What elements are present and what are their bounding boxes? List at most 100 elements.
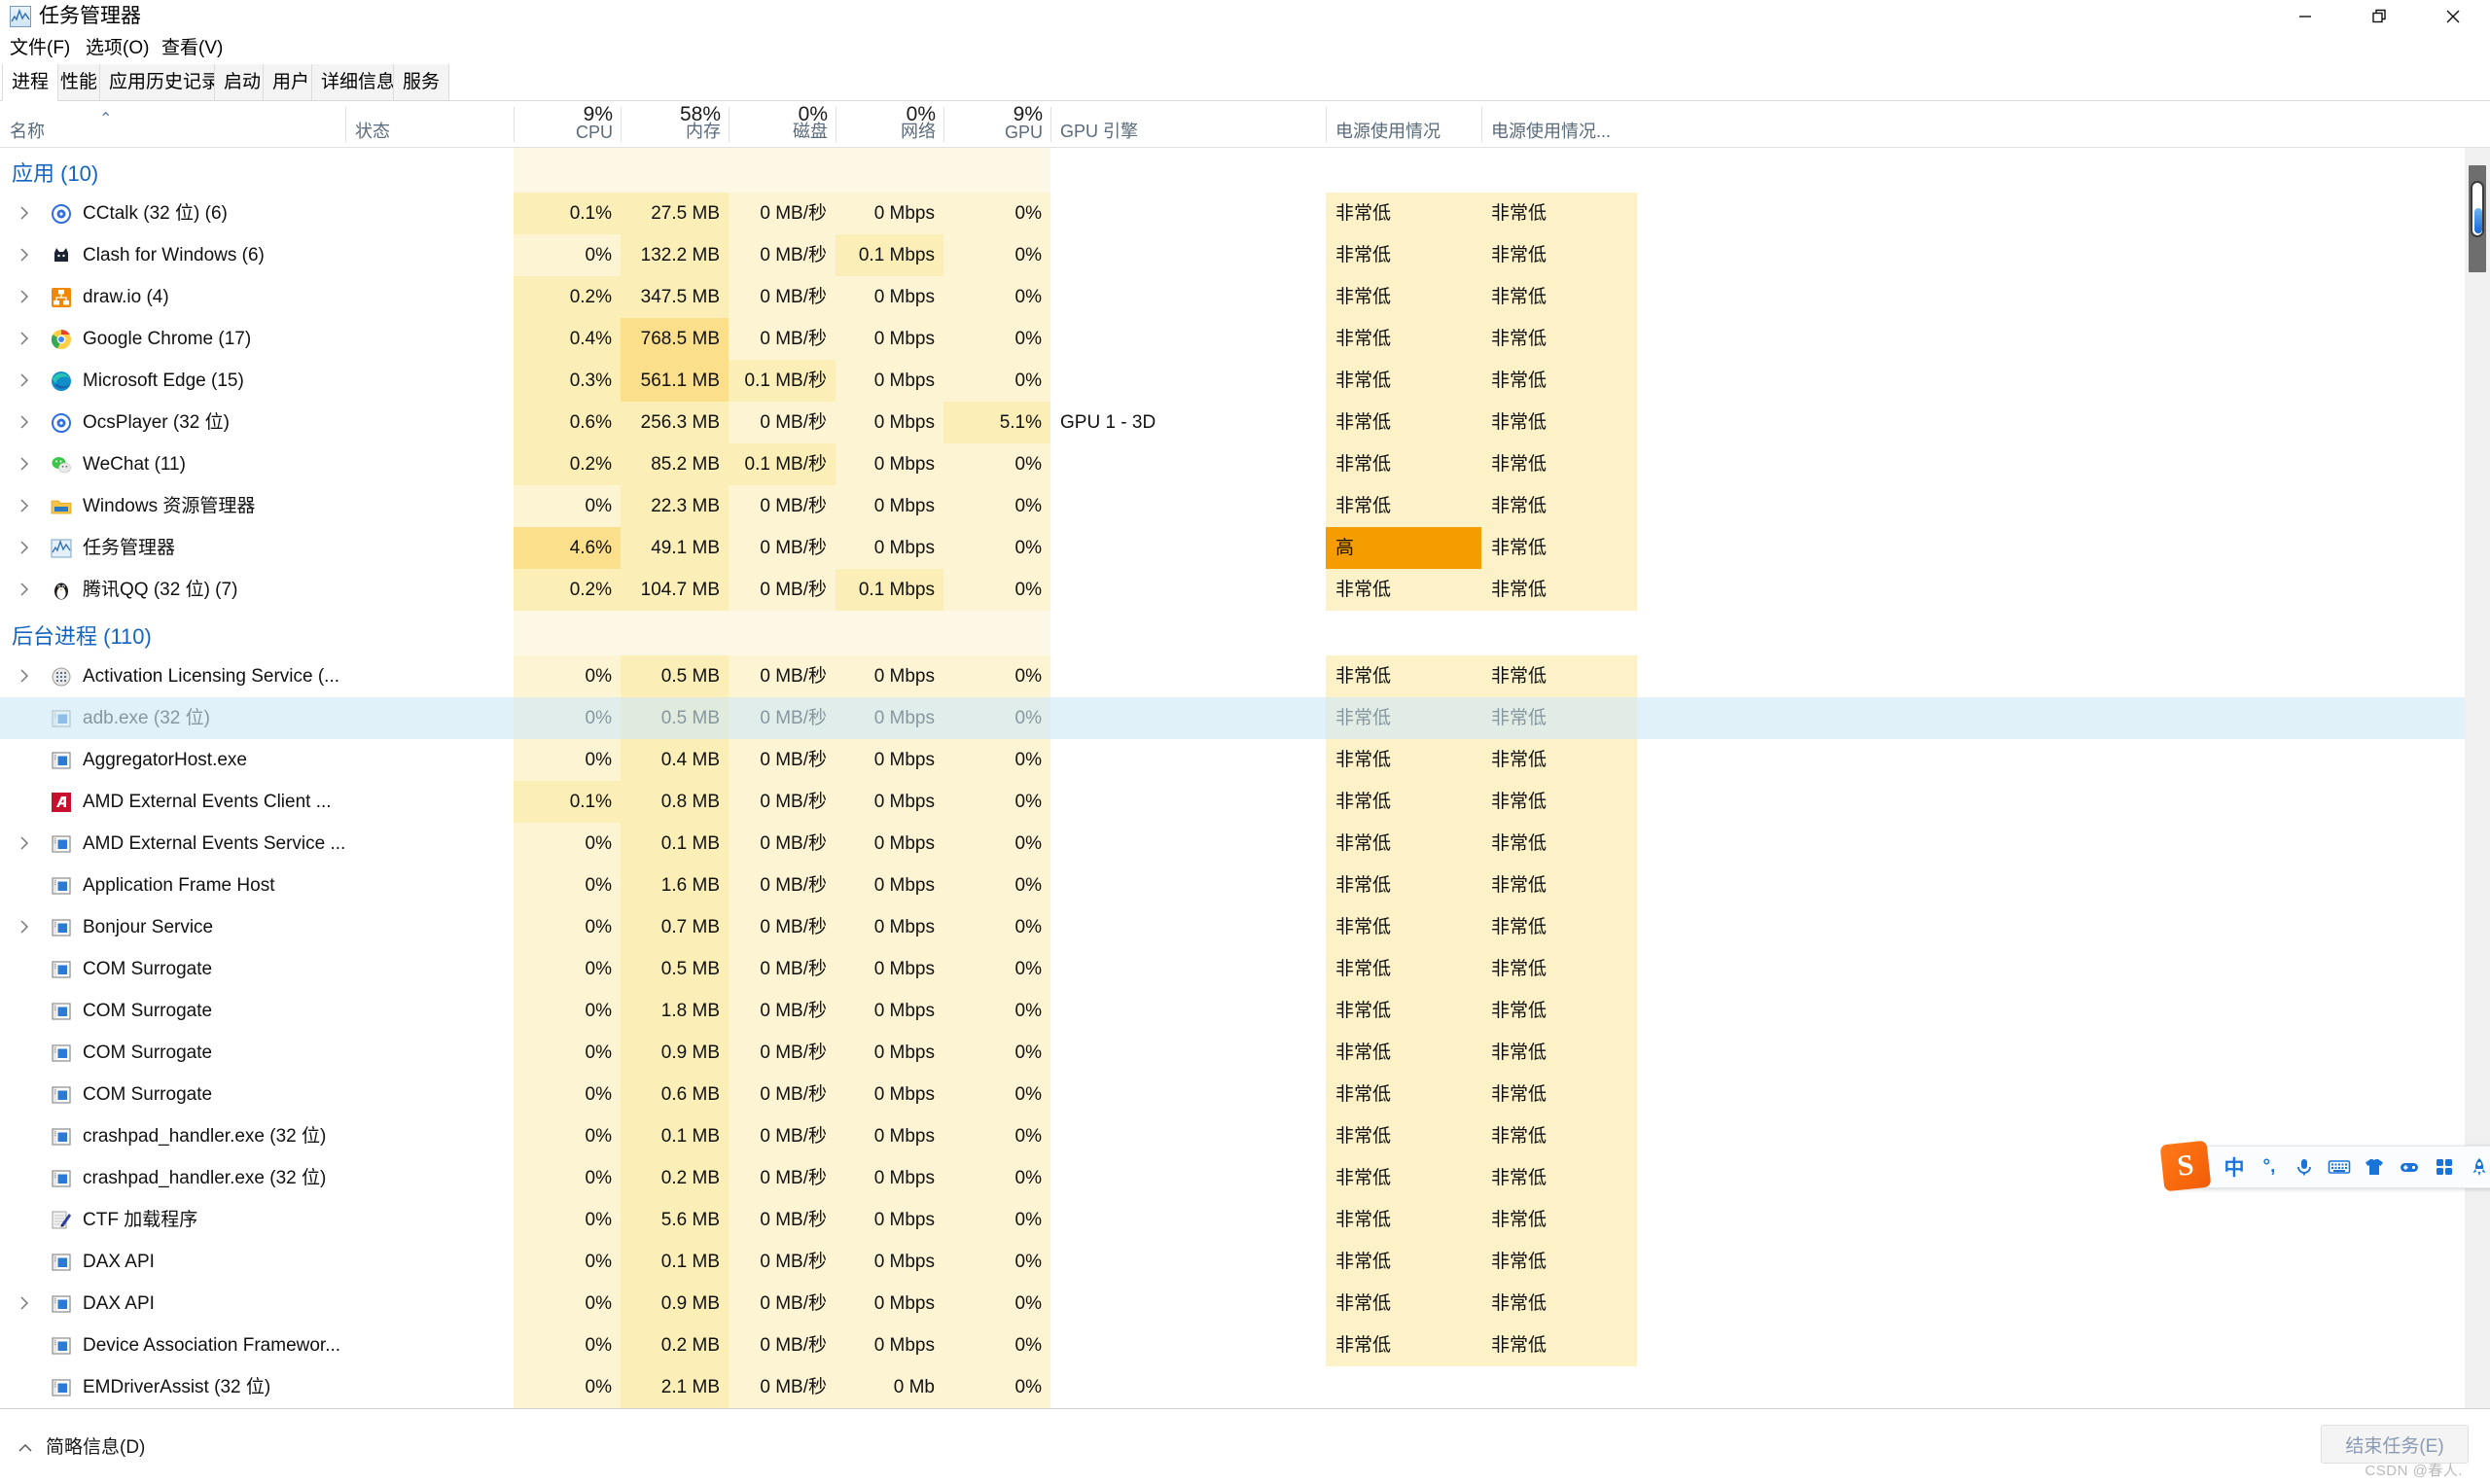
- process-row[interactable]: 0% 0.1 MB 0 MB/秒 0 Mbps 0% 非常低 非常低 AMD External…: [0, 823, 2474, 865]
- column-header-gpu[interactable]: 9% GPU: [943, 101, 1050, 147]
- tab-0[interactable]: 进程: [2, 64, 59, 101]
- expand-chevron-icon[interactable]: [18, 456, 31, 472]
- process-row[interactable]: 0% 0.2 MB 0 MB/秒 0 Mbps 0% 非常低 非常低 crashpad_han…: [0, 1157, 2474, 1199]
- cell-name[interactable]: AMD External Events Client ...: [0, 781, 632, 823]
- cell-name[interactable]: AMD External Events Service ...: [0, 823, 632, 865]
- cell-name[interactable]: CTF 加载程序: [0, 1199, 632, 1241]
- cell-name[interactable]: Device Association Framewor...: [0, 1325, 632, 1366]
- cell-name[interactable]: crashpad_handler.exe (32 位): [0, 1115, 632, 1157]
- cell-name[interactable]: crashpad_handler.exe (32 位): [0, 1157, 632, 1199]
- sogou-ime-toolbar[interactable]: S 中 °,: [2159, 1140, 2490, 1192]
- column-header-name[interactable]: 名称 ⌃: [0, 101, 345, 147]
- fewer-details-button[interactable]: 简略信息(D): [18, 1429, 145, 1462]
- column-header-network[interactable]: 0% 网络: [836, 101, 943, 147]
- column-divider[interactable]: [621, 107, 622, 142]
- cell-name[interactable]: 腾讯QQ (32 位) (7): [0, 569, 632, 611]
- expand-chevron-icon[interactable]: [18, 331, 31, 346]
- cell-name[interactable]: AggregatorHost.exe: [0, 739, 632, 781]
- process-row[interactable]: 0.2% 104.7 MB 0 MB/秒 0.1 Mbps 0% 非常低 非常低 腾讯QQ (…: [0, 569, 2474, 611]
- process-row[interactable]: 0% 5.6 MB 0 MB/秒 0 Mbps 0% 非常低 非常低 CTF 加载程序: [0, 1199, 2474, 1241]
- process-row[interactable]: 0% 0.2 MB 0 MB/秒 0 Mbps 0% 非常低 非常低 Device Assoc…: [0, 1325, 2474, 1366]
- cell-name[interactable]: EMDriverAssist (32 位): [0, 1366, 632, 1408]
- process-row[interactable]: 0.2% 347.5 MB 0 MB/秒 0 Mbps 0% 非常低 非常低 draw.io …: [0, 276, 2474, 318]
- column-divider[interactable]: [514, 107, 515, 142]
- cell-name[interactable]: 任务管理器: [0, 527, 632, 569]
- minimize-button[interactable]: [2268, 0, 2342, 33]
- punctuation-icon[interactable]: °,: [2252, 1148, 2287, 1186]
- process-row[interactable]: 0.1% 0.8 MB 0 MB/秒 0 Mbps 0% 非常低 非常低 AMD Extern…: [0, 781, 2474, 823]
- process-row[interactable]: 0% 1.6 MB 0 MB/秒 0 Mbps 0% 非常低 非常低 Application …: [0, 865, 2474, 906]
- process-row[interactable]: 0% 0.1 MB 0 MB/秒 0 Mbps 0% 非常低 非常低 crashpad_han…: [0, 1115, 2474, 1157]
- process-row[interactable]: 0.3% 561.1 MB 0.1 MB/秒 0 Mbps 0% 非常低 非常低 Micros…: [0, 360, 2474, 402]
- column-divider[interactable]: [943, 107, 944, 142]
- process-row[interactable]: 0.6% 256.3 MB 0 MB/秒 0 Mbps 5.1% GPU 1 - 3D 非常…: [0, 402, 2474, 443]
- tab-6[interactable]: 服务: [393, 64, 450, 101]
- process-row[interactable]: 0% 22.3 MB 0 MB/秒 0 Mbps 0% 非常低 非常低 Windows 资源管…: [0, 485, 2474, 527]
- process-row[interactable]: 0.2% 85.2 MB 0.1 MB/秒 0 Mbps 0% 非常低 非常低 WeChat …: [0, 443, 2474, 485]
- sogou-logo-icon[interactable]: S: [2159, 1140, 2212, 1192]
- cell-name[interactable]: Clash for Windows (6): [0, 234, 632, 276]
- close-button[interactable]: [2416, 0, 2490, 33]
- cell-name[interactable]: Application Frame Host: [0, 865, 632, 906]
- tab-2[interactable]: 应用历史记录: [99, 64, 231, 101]
- process-row[interactable]: 0% 0.9 MB 0 MB/秒 0 Mbps 0% 非常低 非常低 COM Surrogat…: [0, 1032, 2474, 1074]
- toolbox-icon[interactable]: [2427, 1148, 2462, 1186]
- expand-chevron-icon[interactable]: [18, 205, 31, 221]
- maximize-restore-button[interactable]: [2342, 0, 2416, 33]
- soft-keyboard-icon[interactable]: [2322, 1148, 2357, 1186]
- expand-chevron-icon[interactable]: [18, 247, 31, 263]
- cell-name[interactable]: draw.io (4): [0, 276, 632, 318]
- column-header-powertrend[interactable]: 电源使用情况...: [1481, 101, 1637, 147]
- cell-name[interactable]: adb.exe (32 位): [0, 697, 632, 739]
- column-divider[interactable]: [1326, 107, 1327, 142]
- cell-name[interactable]: CCtalk (32 位) (6): [0, 193, 632, 234]
- game-mode-icon[interactable]: [2392, 1148, 2427, 1186]
- process-row[interactable]: 0% 0.9 MB 0 MB/秒 0 Mbps 0% 非常低 非常低 DAX API: [0, 1283, 2474, 1325]
- expand-chevron-icon[interactable]: [18, 498, 31, 513]
- expand-chevron-icon[interactable]: [18, 414, 31, 430]
- menu-item-0[interactable]: 文件(F): [6, 35, 74, 62]
- process-row[interactable]: 0% 2.1 MB 0 MB/秒 0 Mb 0% EMDriverAssist (32 位…: [0, 1366, 2474, 1408]
- expand-chevron-icon[interactable]: [18, 372, 31, 388]
- expand-chevron-icon[interactable]: [18, 919, 31, 935]
- expand-chevron-icon[interactable]: [18, 582, 31, 597]
- cell-name[interactable]: DAX API: [0, 1241, 632, 1283]
- process-row[interactable]: 0% 0.5 MB 0 MB/秒 0 Mbps 0% 非常低 非常低 COM Surrogat…: [0, 948, 2474, 990]
- expand-chevron-icon[interactable]: [18, 668, 31, 684]
- tab-5[interactable]: 详细信息: [311, 64, 406, 101]
- cell-name[interactable]: Activation Licensing Service (...: [0, 655, 632, 697]
- column-header-disk[interactable]: 0% 磁盘: [729, 101, 836, 147]
- cell-name[interactable]: DAX API: [0, 1283, 632, 1325]
- process-row[interactable]: 0% 0.7 MB 0 MB/秒 0 Mbps 0% 非常低 非常低 Bonjour Serv…: [0, 906, 2474, 948]
- expand-chevron-icon[interactable]: [18, 289, 31, 304]
- cell-name[interactable]: COM Surrogate: [0, 990, 632, 1032]
- process-row[interactable]: 0% 1.8 MB 0 MB/秒 0 Mbps 0% 非常低 非常低 COM Surrogat…: [0, 990, 2474, 1032]
- cell-name[interactable]: COM Surrogate: [0, 1032, 632, 1074]
- cell-name[interactable]: COM Surrogate: [0, 1074, 632, 1115]
- cell-name[interactable]: COM Surrogate: [0, 948, 632, 990]
- column-header-power[interactable]: 电源使用情况: [1326, 101, 1481, 147]
- process-row[interactable]: 0% 132.2 MB 0 MB/秒 0.1 Mbps 0% 非常低 非常低 Clash fo…: [0, 234, 2474, 276]
- process-row[interactable]: 0% 0.1 MB 0 MB/秒 0 Mbps 0% 非常低 非常低 DAX API: [0, 1241, 2474, 1283]
- settings-icon[interactable]: [2462, 1148, 2490, 1186]
- cell-name[interactable]: Bonjour Service: [0, 906, 632, 948]
- process-row[interactable]: 4.6% 49.1 MB 0 MB/秒 0 Mbps 0% 高非常低 任务管理器: [0, 527, 2474, 569]
- cell-name[interactable]: OcsPlayer (32 位): [0, 402, 632, 443]
- vertical-scrollbar[interactable]: [2465, 148, 2490, 1408]
- cell-name[interactable]: WeChat (11): [0, 443, 632, 485]
- column-header-status[interactable]: 状态: [345, 101, 514, 147]
- process-table[interactable]: 应用 (10) 0.1% 27.5 MB 0 MB/秒 0 Mbps 0% 非常低 非常低 CC…: [0, 148, 2474, 1408]
- voice-input-icon[interactable]: [2287, 1148, 2322, 1186]
- menu-item-1[interactable]: 选项(O): [82, 35, 153, 62]
- expand-chevron-icon[interactable]: [18, 835, 31, 851]
- column-header-gpuengine[interactable]: GPU 引擎: [1050, 101, 1326, 147]
- expand-chevron-icon[interactable]: [18, 1295, 31, 1311]
- chinese-mode-icon[interactable]: 中: [2217, 1148, 2252, 1186]
- cell-name[interactable]: Google Chrome (17): [0, 318, 632, 360]
- cell-name[interactable]: Windows 资源管理器: [0, 485, 632, 527]
- column-header-cpu[interactable]: 9% CPU: [514, 101, 621, 147]
- end-task-button[interactable]: 结束任务(E): [2321, 1425, 2469, 1464]
- process-row[interactable]: 0.1% 27.5 MB 0 MB/秒 0 Mbps 0% 非常低 非常低 CCtalk (3…: [0, 193, 2474, 234]
- skin-icon[interactable]: [2357, 1148, 2392, 1186]
- process-row[interactable]: 0% 0.4 MB 0 MB/秒 0 Mbps 0% 非常低 非常低 AggregatorHo…: [0, 739, 2474, 781]
